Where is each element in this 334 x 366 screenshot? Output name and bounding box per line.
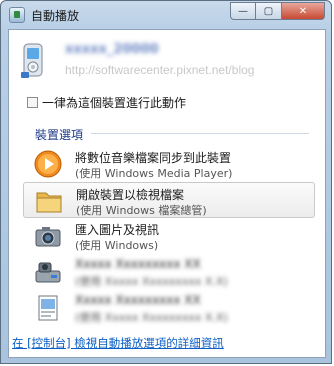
media-player-device-icon [21,43,43,78]
option-label: 匯入圖片及視訊 [75,223,160,237]
maximize-button[interactable]: ▢ [256,2,282,20]
option-label: 開啟裝置以檢視檔案 [76,188,185,202]
option-sublabel: (使用 Windows Media Player) [75,167,233,180]
watermark-url: http://softwarecenter.pixnet.net/blog [65,63,255,77]
window-title: 自動播放 [31,9,80,23]
always-checkbox-label: 一律為這個裝置進行此動作 [42,96,187,110]
option-third-party-scanner[interactable]: Xxxxx Xxxxxxxxx XX (使用 Xxxxx Xxxxxxxxx X… [23,254,315,290]
option-sublabel: (使用 Xxxxx Xxxxxxxxx X.X) [75,275,228,288]
option-open-folder[interactable]: 開啟裝置以檢視檔案 (使用 Windows 檔案總管) [23,182,315,218]
autoplay-window: 自動播放 — ▢ ✕ xxxxx_20000 http://softwarece… [0,0,332,364]
camera-icon [35,227,61,247]
title-bar[interactable]: 自動播放 — ▢ ✕ [1,1,331,29]
option-third-party-viewer[interactable]: Xxxxx Xxxxxxxxx XX (使用 Xxxxx Xxxxxxxxx X… [23,290,315,326]
scanner-camera-icon [35,262,61,283]
image-document-icon [38,295,58,321]
close-icon: ✕ [298,5,308,17]
option-label: Xxxxx Xxxxxxxxx XX [75,293,201,307]
section-title: 裝置選項 [35,128,84,142]
device-name: xxxxx_20000 [65,42,159,57]
maximize-icon: ▢ [263,5,274,17]
control-panel-link[interactable]: 在 [控制台] 檢視自動播放選項的詳細資訊 [12,335,224,351]
window-controls: — ▢ ✕ [230,2,325,20]
autoplay-icon [9,7,25,23]
close-button[interactable]: ✕ [282,2,325,20]
option-import-pictures[interactable]: 匯入圖片及視訊 (使用 Windows) [23,218,315,254]
option-sublabel: (使用 Windows 檔案總管) [76,204,207,217]
option-sublabel: (使用 Windows) [75,239,159,252]
option-sublabel: (使用 Xxxxx Xxxxxxxxx X.X) [75,311,228,324]
minimize-icon: — [238,5,248,17]
always-checkbox[interactable] [27,97,38,108]
windows-media-player-icon [34,150,62,178]
section-divider [91,133,309,134]
option-sync-music[interactable]: 將數位音樂檔案同步到此裝置 (使用 Windows Media Player) [23,146,315,182]
folder-icon [36,192,62,213]
option-label: Xxxxx Xxxxxxxxx XX [75,257,201,271]
always-do-this-checkbox-row[interactable]: 一律為這個裝置進行此動作 [27,94,186,111]
dialog-content: xxxxx_20000 http://softwarecenter.pixnet… [8,29,326,358]
option-label: 將數位音樂檔案同步到此裝置 [75,151,232,165]
minimize-button[interactable]: — [230,2,256,20]
